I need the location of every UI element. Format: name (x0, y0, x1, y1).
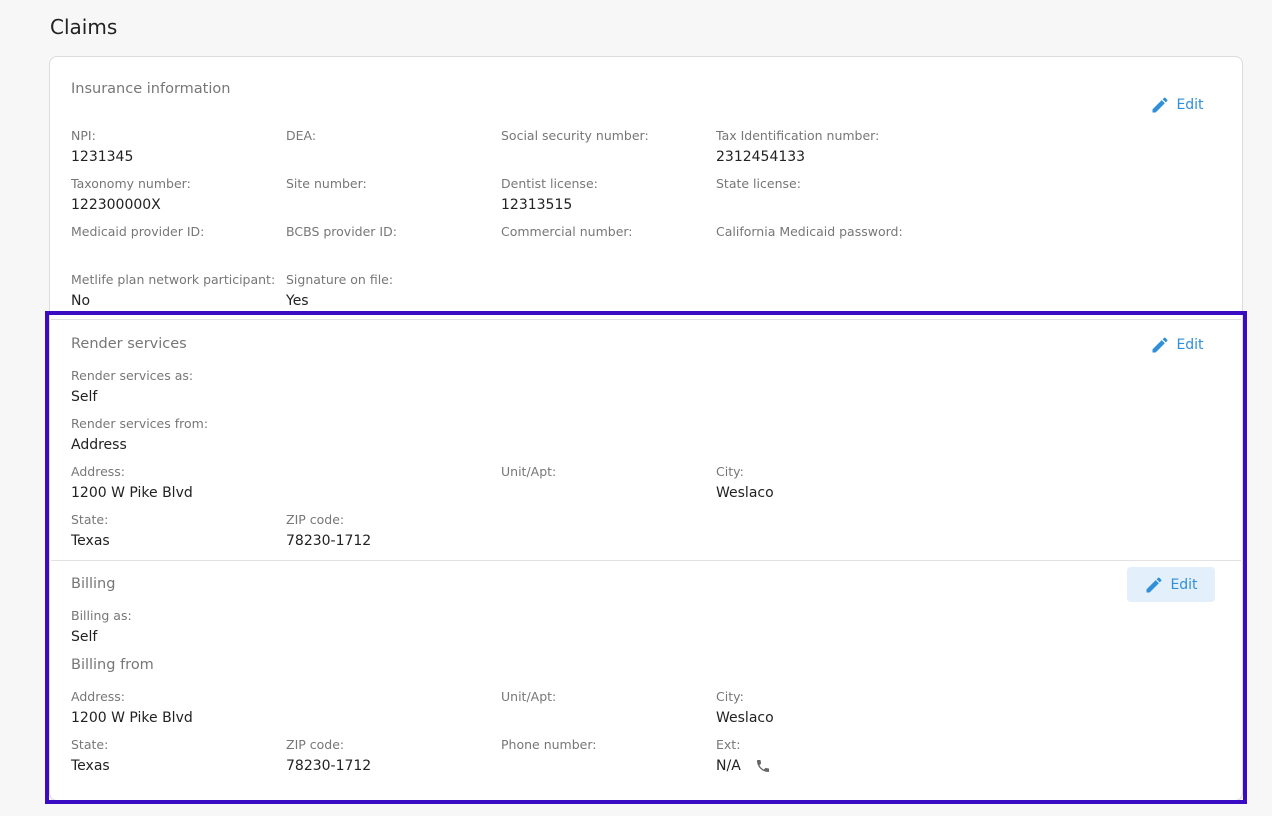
render-as-field: Render services as: Self (71, 368, 193, 405)
taxonomy-field: Taxonomy number: 122300000X (71, 176, 191, 213)
billing-address-field: Address: 1200 W Pike Blvd (71, 689, 193, 726)
tin-field: Tax Identification number: 2312454133 (716, 128, 879, 165)
section-divider (51, 319, 1241, 320)
ssn-field: Social security number: (501, 128, 649, 149)
billing-address-value: 1200 W Pike Blvd (71, 710, 193, 726)
billing-ext-field: Ext: N/A (716, 737, 771, 774)
commercial-label: Commercial number: (501, 224, 633, 239)
billing-ext-label: Ext: (716, 737, 741, 752)
render-unit-field: Unit/Apt: (501, 464, 556, 485)
dentist-license-field: Dentist license: 12313515 (501, 176, 598, 213)
billing-ext-value: N/A (716, 758, 741, 774)
render-state-field: State: Texas (71, 512, 110, 549)
section-divider (51, 560, 1241, 561)
render-edit-button[interactable]: Edit (1133, 327, 1221, 362)
billing-from-title: Billing from (71, 657, 154, 673)
render-state-label: State: (71, 512, 109, 527)
billing-as-field: Billing as: Self (71, 608, 132, 645)
billing-unit-label: Unit/Apt: (501, 689, 557, 704)
medicaid-label: Medicaid provider ID: (71, 224, 205, 239)
render-city-label: City: (716, 464, 744, 479)
billing-as-label: Billing as: (71, 608, 132, 623)
dea-label: DEA: (286, 128, 317, 143)
insurance-edit-label: Edit (1176, 96, 1204, 113)
billing-zip-label: ZIP code: (286, 737, 345, 752)
npi-field: NPI: 1231345 (71, 128, 133, 165)
billing-phone-field: Phone number: (501, 737, 596, 758)
site-label: Site number: (286, 176, 367, 191)
billing-zip-value: 78230-1712 (286, 758, 372, 774)
render-address-field: Address: 1200 W Pike Blvd (71, 464, 193, 501)
render-address-label: Address: (71, 464, 125, 479)
billing-city-value: Weslaco (716, 710, 774, 726)
render-state-value: Texas (71, 533, 110, 549)
page-title: Claims (50, 15, 118, 39)
pencil-icon (1152, 336, 1168, 352)
billing-city-label: City: (716, 689, 744, 704)
pencil-icon (1152, 96, 1168, 112)
billing-as-value: Self (71, 629, 98, 645)
billing-unit-field: Unit/Apt: (501, 689, 556, 710)
metlife-label: Metlife plan network participant: (71, 272, 276, 287)
render-as-label: Render services as: (71, 368, 194, 383)
render-zip-label: ZIP code: (286, 512, 345, 527)
signature-label: Signature on file: (286, 272, 394, 287)
billing-section-title: Billing (71, 576, 116, 592)
insurance-section-title: Insurance information (71, 81, 231, 97)
render-zip-field: ZIP code: 78230-1712 (286, 512, 371, 549)
state-license-field: State license: (716, 176, 801, 197)
render-edit-label: Edit (1176, 336, 1204, 353)
billing-state-value: Texas (71, 758, 110, 774)
render-unit-label: Unit/Apt: (501, 464, 557, 479)
npi-label: NPI: (71, 128, 96, 143)
taxonomy-value: 122300000X (71, 197, 161, 213)
metlife-value: No (71, 293, 91, 309)
render-section-title: Render services (71, 336, 187, 352)
dentist-license-label: Dentist license: (501, 176, 598, 191)
dentist-license-value: 12313515 (501, 197, 573, 213)
signature-field: Signature on file: Yes (286, 272, 393, 309)
insurance-edit-button[interactable]: Edit (1133, 87, 1221, 122)
dea-field: DEA: (286, 128, 316, 149)
state-license-label: State license: (716, 176, 801, 191)
ca-medicaid-password-label: California Medicaid password: (716, 224, 903, 239)
billing-state-label: State: (71, 737, 109, 752)
tin-value: 2312454133 (716, 149, 806, 165)
render-from-value: Address (71, 437, 127, 453)
pencil-icon (1146, 576, 1162, 592)
npi-value: 1231345 (71, 149, 134, 165)
phone-icon[interactable] (755, 758, 771, 774)
render-address-value: 1200 W Pike Blvd (71, 485, 193, 501)
billing-zip-field: ZIP code: 78230-1712 (286, 737, 371, 774)
billing-state-field: State: Texas (71, 737, 110, 774)
render-zip-value: 78230-1712 (286, 533, 372, 549)
medicaid-field: Medicaid provider ID: (71, 224, 204, 245)
metlife-field: Metlife plan network participant: No (71, 272, 275, 309)
render-city-value: Weslaco (716, 485, 774, 501)
signature-value: Yes (286, 293, 309, 309)
tin-label: Tax Identification number: (716, 128, 880, 143)
render-as-value: Self (71, 389, 98, 405)
taxonomy-label: Taxonomy number: (71, 176, 191, 191)
billing-city-field: City: Weslaco (716, 689, 774, 726)
billing-edit-label: Edit (1170, 576, 1198, 593)
billing-ext-row: N/A (716, 758, 771, 774)
claims-card: Insurance information Edit NPI: 1231345 … (49, 56, 1243, 801)
bcbs-field: BCBS provider ID: (286, 224, 397, 245)
render-from-field: Render services from: Address (71, 416, 208, 453)
billing-address-label: Address: (71, 689, 125, 704)
billing-edit-button[interactable]: Edit (1127, 567, 1215, 602)
ssn-label: Social security number: (501, 128, 649, 143)
ca-medicaid-password-field: California Medicaid password: (716, 224, 903, 245)
render-from-label: Render services from: (71, 416, 209, 431)
bcbs-label: BCBS provider ID: (286, 224, 397, 239)
site-field: Site number: (286, 176, 367, 197)
billing-phone-label: Phone number: (501, 737, 597, 752)
commercial-field: Commercial number: (501, 224, 633, 245)
render-city-field: City: Weslaco (716, 464, 774, 501)
